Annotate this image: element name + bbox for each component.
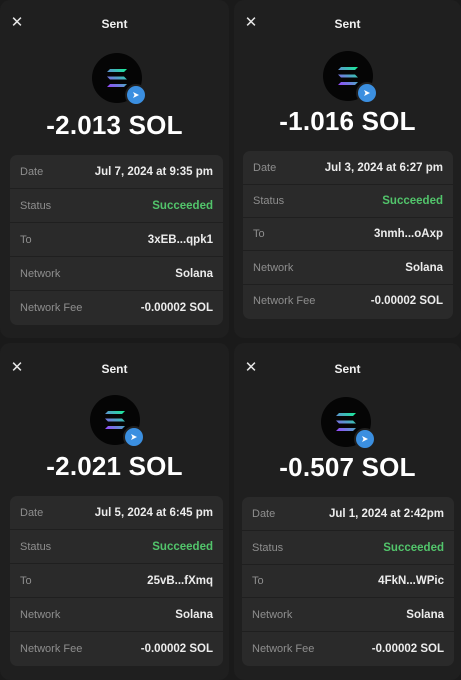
row-date: Date Jul 1, 2024 at 2:42pm bbox=[242, 497, 454, 531]
row-label: Network Fee bbox=[252, 643, 315, 655]
row-value: Jul 1, 2024 at 2:42pm bbox=[328, 507, 444, 520]
transaction-screen-3: ✕ Sent -2.021 SOL Date Jul 5, 2024 at 6:4… bbox=[0, 343, 229, 680]
recipient-address[interactable]: 3nmh...oAxp bbox=[374, 228, 443, 240]
row-label: To bbox=[20, 574, 32, 587]
sent-arrow-icon bbox=[354, 428, 376, 450]
row-to: To 3xEB...qpk1 bbox=[10, 223, 223, 257]
row-label: Status bbox=[20, 199, 52, 212]
details-card: Date Jul 3, 2024 at 6:27 pm Status Succeed… bbox=[243, 151, 453, 319]
row-network-fee: Network Fee -0.00002 SOL bbox=[242, 632, 454, 666]
details-card: Date Jul 5, 2024 at 6:45 pm Status Succeed… bbox=[10, 496, 223, 666]
row-value: Jul 7, 2024 at 9:35 pm bbox=[94, 165, 213, 178]
row-label: To bbox=[20, 233, 32, 246]
recipient-address[interactable]: 25vB...fXmq bbox=[147, 575, 213, 587]
amount: -2.021 SOL bbox=[46, 451, 183, 481]
sent-arrow-icon bbox=[356, 82, 378, 104]
row-status: Status Succeeded bbox=[10, 189, 223, 223]
row-network-fee: Network Fee -0.00002 SOL bbox=[243, 284, 453, 318]
top-bar: ✕ Sent bbox=[234, 343, 461, 393]
transaction-screen-1: ✕ Sent -2.013 SOL Date Jul 7, 2024 at 9:3… bbox=[0, 0, 229, 338]
row-label: Network Fee bbox=[253, 295, 316, 307]
row-label: Network bbox=[252, 608, 293, 621]
solana-logo-icon bbox=[323, 51, 378, 104]
row-date: Date Jul 7, 2024 at 9:35 pm bbox=[10, 155, 223, 189]
status-value: Succeeded bbox=[382, 194, 443, 207]
row-value: -0.00002 SOL bbox=[140, 302, 213, 314]
amount: -2.013 SOL bbox=[46, 110, 183, 140]
row-value: -0.00002 SOL bbox=[371, 643, 444, 655]
solana-logo-icon bbox=[90, 395, 145, 448]
status-value: Succeeded bbox=[152, 199, 213, 212]
row-value: Solana bbox=[406, 608, 444, 621]
sent-arrow-icon bbox=[125, 84, 147, 106]
row-label: Network bbox=[20, 608, 61, 621]
row-network: Network Solana bbox=[242, 598, 454, 632]
sent-arrow-icon bbox=[123, 426, 145, 448]
row-label: Status bbox=[253, 194, 285, 207]
row-value: -0.00002 SOL bbox=[140, 643, 213, 655]
row-status: Status Succeeded bbox=[10, 530, 223, 564]
row-status: Status Succeeded bbox=[243, 184, 453, 218]
row-label: Date bbox=[20, 506, 44, 519]
row-label: Network bbox=[253, 261, 294, 274]
row-network: Network Solana bbox=[243, 251, 453, 285]
row-to: To 25vB...fXmq bbox=[10, 564, 223, 598]
recipient-address[interactable]: 4FkN...WPic bbox=[378, 575, 444, 587]
transaction-screen-4: ✕ Sent -0.507 SOL Date Jul 1, 2024 at 2:4… bbox=[234, 343, 461, 680]
top-bar: ✕ Sent bbox=[234, 0, 461, 50]
row-to: To 3nmh...oAxp bbox=[243, 217, 453, 251]
row-value: Jul 5, 2024 at 6:45 pm bbox=[94, 506, 213, 519]
screen-title: Sent bbox=[101, 17, 128, 31]
row-label: Network Fee bbox=[20, 302, 83, 314]
row-to: To 4FkN...WPic bbox=[242, 564, 454, 598]
row-network-fee: Network Fee -0.00002 SOL bbox=[10, 291, 223, 325]
row-date: Date Jul 3, 2024 at 6:27 pm bbox=[243, 151, 453, 185]
row-date: Date Jul 5, 2024 at 6:45 pm bbox=[10, 496, 223, 530]
row-value: Solana bbox=[405, 261, 443, 274]
solana-logo-icon bbox=[92, 53, 147, 106]
top-bar: ✕ Sent bbox=[0, 343, 229, 393]
row-label: Network bbox=[20, 267, 61, 280]
amount: -0.507 SOL bbox=[279, 452, 416, 482]
row-value: Solana bbox=[175, 608, 213, 621]
recipient-address[interactable]: 3xEB...qpk1 bbox=[148, 234, 213, 246]
row-value: Jul 3, 2024 at 6:27 pm bbox=[324, 161, 443, 174]
solana-logo-icon bbox=[321, 397, 376, 450]
status-value: Succeeded bbox=[152, 540, 213, 553]
status-value: Succeeded bbox=[383, 541, 444, 554]
amount: -1.016 SOL bbox=[279, 106, 416, 136]
row-label: Date bbox=[253, 161, 277, 174]
top-bar: ✕ Sent bbox=[0, 0, 229, 50]
row-label: Network Fee bbox=[20, 643, 83, 655]
screen-title: Sent bbox=[101, 362, 128, 376]
row-label: Status bbox=[20, 540, 52, 553]
row-label: Date bbox=[252, 507, 276, 520]
screen-title: Sent bbox=[334, 17, 361, 31]
details-card: Date Jul 1, 2024 at 2:42pm Status Succeede… bbox=[242, 497, 454, 666]
row-label: To bbox=[252, 574, 264, 587]
row-value: -0.00002 SOL bbox=[370, 295, 443, 307]
transaction-screen-2: ✕ Sent -1.016 SOL Date Jul 3, 2024 at 6:2… bbox=[234, 0, 461, 338]
row-network: Network Solana bbox=[10, 257, 223, 291]
row-label: Status bbox=[252, 541, 284, 554]
row-label: To bbox=[253, 227, 265, 240]
row-network-fee: Network Fee -0.00002 SOL bbox=[10, 632, 223, 666]
row-value: Solana bbox=[175, 267, 213, 280]
row-label: Date bbox=[20, 165, 44, 178]
row-network: Network Solana bbox=[10, 598, 223, 632]
details-card: Date Jul 7, 2024 at 9:35 pm Status Succeed… bbox=[10, 155, 223, 325]
screen-title: Sent bbox=[334, 362, 361, 376]
row-status: Status Succeeded bbox=[242, 531, 454, 565]
